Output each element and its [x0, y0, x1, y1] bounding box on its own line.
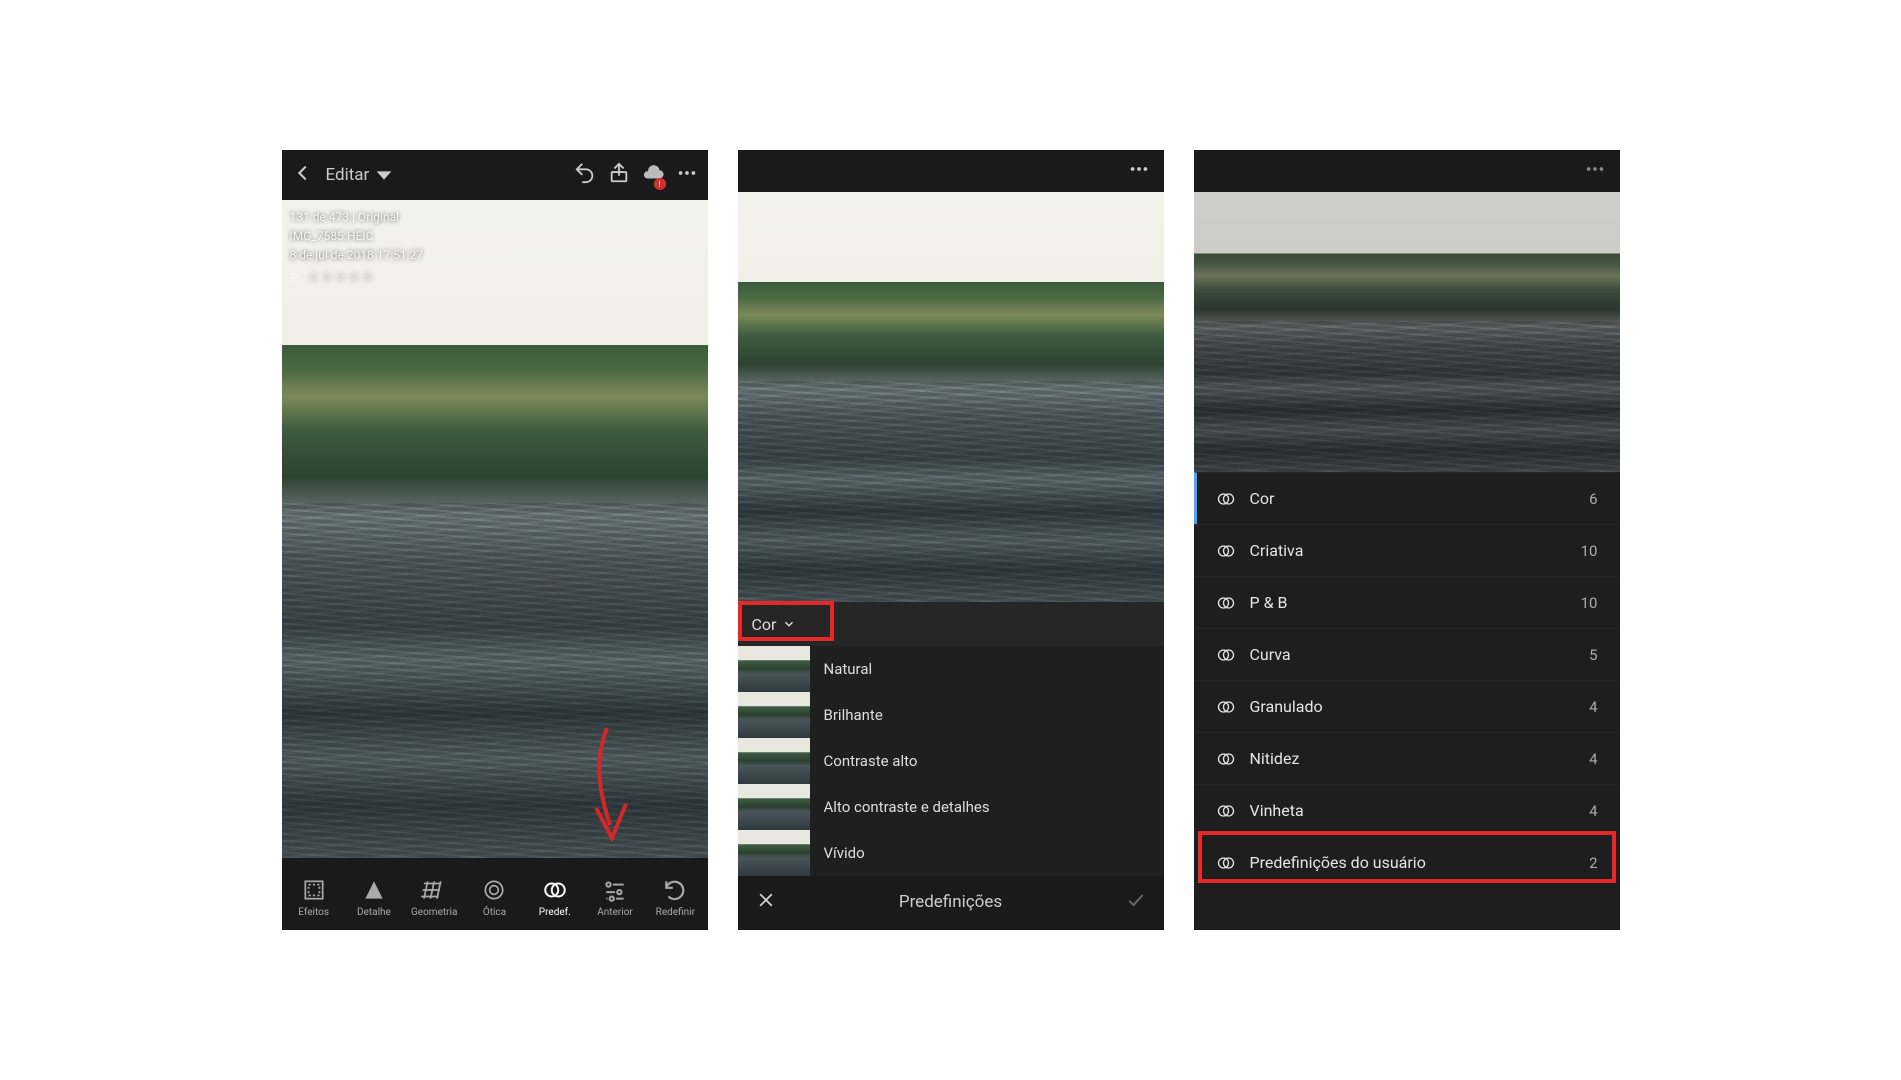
category-label: Cor	[752, 615, 777, 634]
preset-item[interactable]: Contraste alto	[738, 738, 1164, 784]
close-icon[interactable]	[756, 890, 776, 915]
category-item-peb[interactable]: P & B 10	[1194, 576, 1620, 628]
screen-2: Cor Natural Brilhante Contraste alto Alt…	[738, 150, 1164, 930]
tool-otica[interactable]: Ótica	[467, 877, 521, 918]
preset-thumb	[738, 784, 810, 830]
preset-icon	[1216, 697, 1236, 717]
more-icon[interactable]	[1584, 158, 1606, 184]
chevron-down-icon	[782, 617, 796, 631]
undo-icon[interactable]	[574, 162, 596, 188]
edit-label: Editar	[326, 165, 370, 185]
meta-datetime: 8 de jul de 2018 17:51:27	[290, 246, 424, 265]
footer-title: Predefinições	[776, 892, 1126, 912]
tool-redefinir[interactable]: Redefinir	[648, 877, 702, 918]
tool-anterior[interactable]: Anterior	[588, 877, 642, 918]
back-icon[interactable]	[292, 162, 314, 188]
preset-item[interactable]: Brilhante	[738, 692, 1164, 738]
photo-metadata: 131 de 473 | Original IMG_7585.HEIC 8 de…	[290, 208, 424, 288]
preset-icon	[1216, 645, 1236, 665]
photo-preview[interactable]	[1194, 192, 1620, 472]
preset-thumb	[738, 692, 810, 738]
preset-item[interactable]: Natural	[738, 646, 1164, 692]
screen-1: Editar ! 131 de 473 | Original IMG_7585.…	[282, 150, 708, 930]
category-item-criativa[interactable]: Criativa 10	[1194, 524, 1620, 576]
flag-icon	[290, 272, 302, 284]
preset-icon	[1216, 801, 1236, 821]
preset-thumb	[738, 738, 810, 784]
preset-thumb	[738, 830, 810, 876]
more-icon[interactable]	[1128, 158, 1150, 184]
meta-rating[interactable]: ☆☆☆☆☆	[290, 268, 424, 289]
topbar: Editar !	[282, 150, 708, 200]
topbar	[738, 150, 1164, 192]
category-item-nitidez[interactable]: Nitidez 4	[1194, 732, 1620, 784]
tool-bar: Efeitos Detalhe Geometria Ótica Predef. …	[282, 858, 708, 930]
preset-icon	[1216, 853, 1236, 873]
category-item-granulado[interactable]: Granulado 4	[1194, 680, 1620, 732]
preset-item[interactable]: Alto contraste e detalhes	[738, 784, 1164, 830]
category-item-vinheta[interactable]: Vinheta 4	[1194, 784, 1620, 836]
more-icon[interactable]	[676, 162, 698, 188]
category-item-curva[interactable]: Curva 5	[1194, 628, 1620, 680]
preset-list: Natural Brilhante Contraste alto Alto co…	[738, 646, 1164, 876]
preset-icon	[1216, 593, 1236, 613]
photo-preview[interactable]: 131 de 473 | Original IMG_7585.HEIC 8 de…	[282, 200, 708, 858]
screen-3: Cor 6 Criativa 10 P & B 10 Curva 5 Granu…	[1194, 150, 1620, 930]
preset-footer: Predefinições	[738, 876, 1164, 928]
topbar	[1194, 150, 1620, 192]
meta-filename: IMG_7585.HEIC	[290, 227, 424, 246]
photo-preview[interactable]	[738, 192, 1164, 602]
tool-geometria[interactable]: Geometria	[407, 877, 461, 918]
edit-dropdown[interactable]: Editar	[326, 164, 396, 186]
preset-icon	[1216, 489, 1236, 509]
preset-thumb	[738, 646, 810, 692]
preset-category-list: Cor 6 Criativa 10 P & B 10 Curva 5 Granu…	[1194, 472, 1620, 930]
tool-predef[interactable]: Predef.	[528, 877, 582, 918]
category-item-usuario[interactable]: Predefinições do usuário 2	[1194, 836, 1620, 888]
preset-icon	[1216, 749, 1236, 769]
category-item-cor[interactable]: Cor 6	[1194, 472, 1620, 524]
tool-efeitos[interactable]: Efeitos	[287, 877, 341, 918]
cloud-error-badge: !	[654, 178, 666, 190]
confirm-icon[interactable]	[1126, 890, 1146, 915]
preset-category-dropdown[interactable]: Cor	[738, 602, 1164, 646]
share-icon[interactable]	[608, 162, 630, 188]
meta-index: 131 de 473 | Original	[290, 208, 424, 227]
preset-item[interactable]: Vívido	[738, 830, 1164, 876]
cloud-sync-icon[interactable]: !	[642, 162, 664, 188]
tool-detalhe[interactable]: Detalhe	[347, 877, 401, 918]
preset-icon	[1216, 541, 1236, 561]
